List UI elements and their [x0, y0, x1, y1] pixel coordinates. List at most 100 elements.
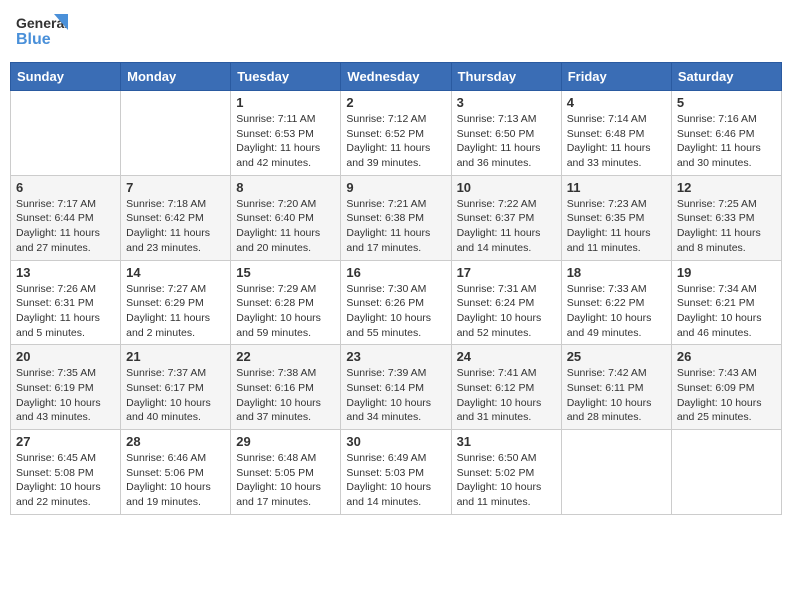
day-number: 18 [567, 265, 666, 280]
day-info: Sunrise: 7:13 AM Sunset: 6:50 PM Dayligh… [457, 112, 556, 171]
day-number: 20 [16, 349, 115, 364]
day-number: 24 [457, 349, 556, 364]
day-info: Sunrise: 7:35 AM Sunset: 6:19 PM Dayligh… [16, 366, 115, 425]
calendar-cell: 9 Sunrise: 7:21 AM Sunset: 6:38 PM Daylig… [341, 175, 451, 260]
logo-icon: General Blue [14, 10, 68, 54]
day-info: Sunrise: 6:45 AM Sunset: 5:08 PM Dayligh… [16, 451, 115, 510]
calendar-cell: 2 Sunrise: 7:12 AM Sunset: 6:52 PM Daylig… [341, 91, 451, 176]
day-number: 28 [126, 434, 225, 449]
calendar-cell: 8 Sunrise: 7:20 AM Sunset: 6:40 PM Daylig… [231, 175, 341, 260]
day-number: 26 [677, 349, 776, 364]
calendar-cell: 19 Sunrise: 7:34 AM Sunset: 6:21 PM Dayli… [671, 260, 781, 345]
day-number: 27 [16, 434, 115, 449]
calendar-cell: 18 Sunrise: 7:33 AM Sunset: 6:22 PM Dayli… [561, 260, 671, 345]
day-number: 31 [457, 434, 556, 449]
day-number: 19 [677, 265, 776, 280]
calendar-cell: 6 Sunrise: 7:17 AM Sunset: 6:44 PM Daylig… [11, 175, 121, 260]
day-number: 2 [346, 95, 445, 110]
calendar-cell: 4 Sunrise: 7:14 AM Sunset: 6:48 PM Daylig… [561, 91, 671, 176]
day-number: 5 [677, 95, 776, 110]
day-info: Sunrise: 7:34 AM Sunset: 6:21 PM Dayligh… [677, 282, 776, 341]
calendar-cell [11, 91, 121, 176]
calendar-week-row: 1 Sunrise: 7:11 AM Sunset: 6:53 PM Daylig… [11, 91, 782, 176]
calendar-cell: 22Sunrise: 7:38 AM Sunset: 6:16 PM Dayli… [231, 345, 341, 430]
day-info: Sunrise: 7:20 AM Sunset: 6:40 PM Dayligh… [236, 197, 335, 256]
day-info: Sunrise: 7:23 AM Sunset: 6:35 PM Dayligh… [567, 197, 666, 256]
day-number: 13 [16, 265, 115, 280]
day-number: 7 [126, 180, 225, 195]
day-info: Sunrise: 7:16 AM Sunset: 6:46 PM Dayligh… [677, 112, 776, 171]
day-number: 1 [236, 95, 335, 110]
day-info: Sunrise: 7:27 AM Sunset: 6:29 PM Dayligh… [126, 282, 225, 341]
day-info: Sunrise: 7:42 AM Sunset: 6:11 PM Dayligh… [567, 366, 666, 425]
day-number: 8 [236, 180, 335, 195]
day-number: 3 [457, 95, 556, 110]
svg-text:Blue: Blue [16, 31, 51, 48]
day-info: Sunrise: 7:22 AM Sunset: 6:37 PM Dayligh… [457, 197, 556, 256]
calendar-cell [561, 430, 671, 515]
day-number: 29 [236, 434, 335, 449]
day-info: Sunrise: 7:25 AM Sunset: 6:33 PM Dayligh… [677, 197, 776, 256]
weekday-header-monday: Monday [121, 63, 231, 91]
day-number: 16 [346, 265, 445, 280]
weekday-header-friday: Friday [561, 63, 671, 91]
calendar-cell: 20 Sunrise: 7:35 AM Sunset: 6:19 PM Dayli… [11, 345, 121, 430]
day-number: 4 [567, 95, 666, 110]
logo: General Blue [14, 10, 68, 54]
weekday-header-thursday: Thursday [451, 63, 561, 91]
day-info: Sunrise: 7:21 AM Sunset: 6:38 PM Dayligh… [346, 197, 445, 256]
day-number: 9 [346, 180, 445, 195]
calendar-cell: 31Sunrise: 6:50 AM Sunset: 5:02 PM Dayli… [451, 430, 561, 515]
calendar-cell: 11Sunrise: 7:23 AM Sunset: 6:35 PM Dayli… [561, 175, 671, 260]
calendar-cell: 15Sunrise: 7:29 AM Sunset: 6:28 PM Dayli… [231, 260, 341, 345]
day-info: Sunrise: 7:26 AM Sunset: 6:31 PM Dayligh… [16, 282, 115, 341]
day-info: Sunrise: 7:38 AM Sunset: 6:16 PM Dayligh… [236, 366, 335, 425]
day-number: 12 [677, 180, 776, 195]
day-info: Sunrise: 7:37 AM Sunset: 6:17 PM Dayligh… [126, 366, 225, 425]
calendar-cell [121, 91, 231, 176]
calendar-cell [671, 430, 781, 515]
calendar-cell: 10 Sunrise: 7:22 AM Sunset: 6:37 PM Dayli… [451, 175, 561, 260]
calendar-table: SundayMondayTuesdayWednesdayThursdayFrid… [10, 62, 782, 515]
calendar-cell: 30Sunrise: 6:49 AM Sunset: 5:03 PM Dayli… [341, 430, 451, 515]
calendar-cell: 5 Sunrise: 7:16 AM Sunset: 6:46 PM Daylig… [671, 91, 781, 176]
calendar-cell: 27 Sunrise: 6:45 AM Sunset: 5:08 PM Dayli… [11, 430, 121, 515]
calendar-cell: 17 Sunrise: 7:31 AM Sunset: 6:24 PM Dayli… [451, 260, 561, 345]
weekday-header-sunday: Sunday [11, 63, 121, 91]
calendar-cell: 3 Sunrise: 7:13 AM Sunset: 6:50 PM Daylig… [451, 91, 561, 176]
weekday-header-row: SundayMondayTuesdayWednesdayThursdayFrid… [11, 63, 782, 91]
day-info: Sunrise: 7:12 AM Sunset: 6:52 PM Dayligh… [346, 112, 445, 171]
calendar-week-row: 20 Sunrise: 7:35 AM Sunset: 6:19 PM Dayli… [11, 345, 782, 430]
day-info: Sunrise: 7:17 AM Sunset: 6:44 PM Dayligh… [16, 197, 115, 256]
day-info: Sunrise: 7:31 AM Sunset: 6:24 PM Dayligh… [457, 282, 556, 341]
calendar-cell: 25 Sunrise: 7:42 AM Sunset: 6:11 PM Dayli… [561, 345, 671, 430]
day-info: Sunrise: 7:41 AM Sunset: 6:12 PM Dayligh… [457, 366, 556, 425]
day-number: 17 [457, 265, 556, 280]
weekday-header-tuesday: Tuesday [231, 63, 341, 91]
calendar-week-row: 13 Sunrise: 7:26 AM Sunset: 6:31 PM Dayli… [11, 260, 782, 345]
day-number: 14 [126, 265, 225, 280]
calendar-cell: 24 Sunrise: 7:41 AM Sunset: 6:12 PM Dayli… [451, 345, 561, 430]
day-info: Sunrise: 7:30 AM Sunset: 6:26 PM Dayligh… [346, 282, 445, 341]
day-info: Sunrise: 7:18 AM Sunset: 6:42 PM Dayligh… [126, 197, 225, 256]
day-number: 10 [457, 180, 556, 195]
day-info: Sunrise: 7:33 AM Sunset: 6:22 PM Dayligh… [567, 282, 666, 341]
calendar-week-row: 27 Sunrise: 6:45 AM Sunset: 5:08 PM Dayli… [11, 430, 782, 515]
weekday-header-saturday: Saturday [671, 63, 781, 91]
calendar-cell: 21 Sunrise: 7:37 AM Sunset: 6:17 PM Dayli… [121, 345, 231, 430]
day-info: Sunrise: 7:14 AM Sunset: 6:48 PM Dayligh… [567, 112, 666, 171]
weekday-header-wednesday: Wednesday [341, 63, 451, 91]
calendar-cell: 12 Sunrise: 7:25 AM Sunset: 6:33 PM Dayli… [671, 175, 781, 260]
day-info: Sunrise: 7:29 AM Sunset: 6:28 PM Dayligh… [236, 282, 335, 341]
day-number: 6 [16, 180, 115, 195]
calendar-cell: 1 Sunrise: 7:11 AM Sunset: 6:53 PM Daylig… [231, 91, 341, 176]
day-info: Sunrise: 7:43 AM Sunset: 6:09 PM Dayligh… [677, 366, 776, 425]
day-number: 30 [346, 434, 445, 449]
day-info: Sunrise: 7:11 AM Sunset: 6:53 PM Dayligh… [236, 112, 335, 171]
day-number: 25 [567, 349, 666, 364]
calendar-cell: 26 Sunrise: 7:43 AM Sunset: 6:09 PM Dayli… [671, 345, 781, 430]
day-number: 21 [126, 349, 225, 364]
calendar-cell: 28Sunrise: 6:46 AM Sunset: 5:06 PM Dayli… [121, 430, 231, 515]
calendar-cell: 14 Sunrise: 7:27 AM Sunset: 6:29 PM Dayli… [121, 260, 231, 345]
day-info: Sunrise: 6:48 AM Sunset: 5:05 PM Dayligh… [236, 451, 335, 510]
